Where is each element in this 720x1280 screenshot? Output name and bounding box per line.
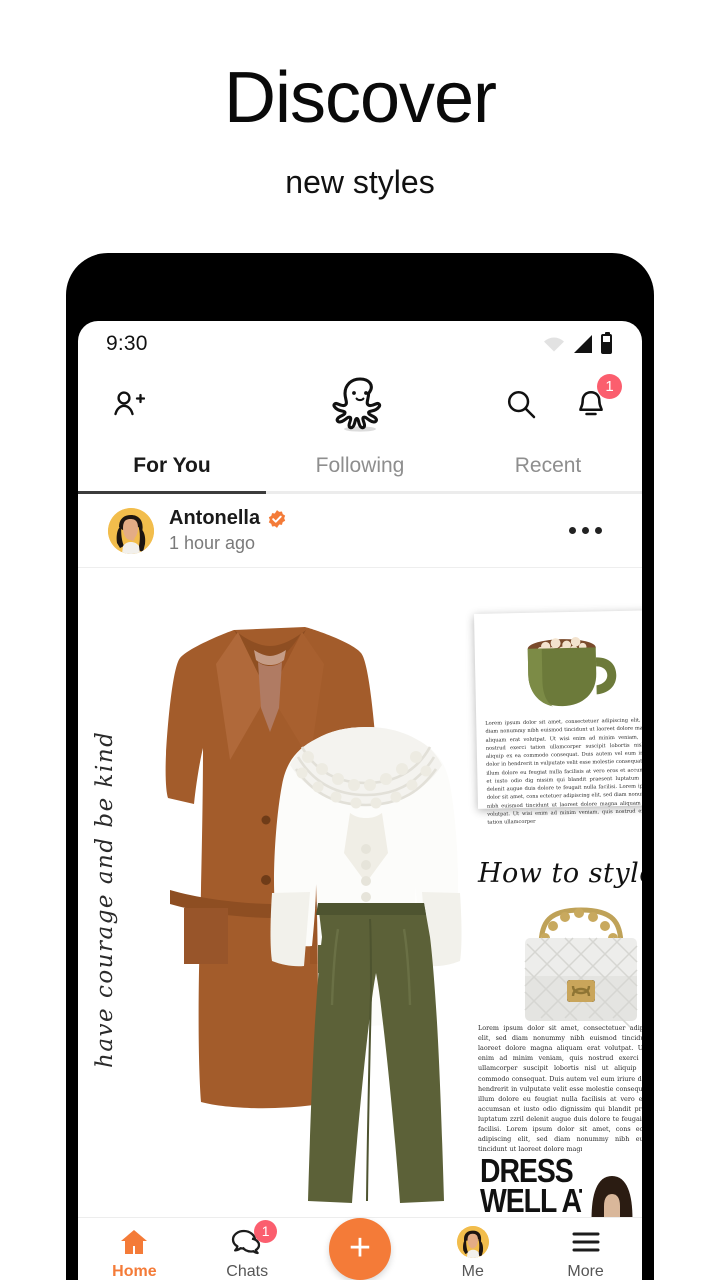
model-head-photo [582,1146,642,1226]
promo-page: Discover new styles 9:30 1 For You Follo… [0,0,720,1280]
add-person-icon [114,391,145,416]
nav-label-me: Me [461,1263,484,1280]
octopus-logo-icon [332,377,382,432]
collage-body-text-block: Lorem ipsum dolor sit amet, consectetuer… [478,1023,642,1153]
post-author-name: Antonella [169,507,261,529]
nav-label-home: Home [112,1263,157,1280]
bottom-navigation: Home 1 Chats + Me More [78,1217,642,1280]
magazine-card-mug: Lorem ipsum dolor sit amet, consectetuer… [473,610,642,826]
page-subtitle: new styles [285,164,435,200]
post-meta: Antonella 1 hour ago [169,507,559,554]
nav-avatar [456,1226,489,1258]
nav-label-more: More [567,1263,604,1280]
white-quilted-chain-bag-illustration [524,907,638,1028]
tab-for-you[interactable]: For You [78,441,266,491]
wifi-icon [543,336,565,352]
phone-screen: 9:30 1 For You Following Recent Antonell… [78,321,642,1280]
hamburger-menu-icon [571,1227,601,1257]
add-person-button[interactable] [108,383,150,425]
collage-body-text: Lorem ipsum dolor sit amet, consectetuer… [478,1024,642,1153]
nav-item-more[interactable]: More [529,1227,642,1280]
feed-tabs: For You Following Recent [78,441,642,491]
verified-badge-icon [268,509,286,528]
green-mug-image [483,620,642,719]
battery-icon [601,332,612,354]
post-collage-image[interactable]: have courage and be kind Lorem ipsum dol… [78,568,642,1226]
app-bar-right: 1 [500,374,622,425]
nav-item-home[interactable]: Home [78,1227,191,1280]
more-dot [582,527,589,534]
nav-item-me[interactable]: Me [416,1226,529,1280]
status-bar: 9:30 [78,321,642,367]
notifications-button[interactable]: 1 [570,374,622,425]
nav-label-chats: Chats [226,1263,269,1280]
collage-script-quote: have courage and be kind [92,730,118,1068]
tab-recent[interactable]: Recent [454,441,642,491]
post-header: Antonella 1 hour ago [78,494,642,568]
home-icon [119,1227,149,1257]
app-bar-left [108,383,150,425]
tab-following[interactable]: Following [266,441,454,491]
page-title: Discover [223,58,497,138]
tab-active-indicator [78,491,267,494]
nav-item-chats[interactable]: 1 Chats [191,1220,304,1280]
profile-avatar-icon [456,1226,489,1258]
status-time: 9:30 [106,332,148,355]
more-dot [569,527,576,534]
nav-item-create[interactable]: + [304,1218,417,1280]
status-icons [543,332,612,354]
avatar[interactable] [108,507,154,554]
card-lorem-text: Lorem ipsum dolor sit amet, consectetuer… [485,717,642,826]
app-bar: 1 [78,367,642,441]
app-logo [325,375,395,433]
search-icon [507,390,536,419]
phone-mockup: 9:30 1 For You Following Recent Antonell… [66,253,654,1280]
post-author-row: Antonella [169,507,559,530]
collage-headline-script: How to style... [478,858,642,889]
search-button[interactable] [500,383,542,425]
more-dot [595,527,602,534]
chats-badge: 1 [254,1220,278,1243]
post-more-options-button[interactable] [559,517,612,544]
create-post-fab[interactable]: + [328,1218,391,1280]
avatar-image [108,507,154,554]
chat-bubbles-icon: 1 [231,1220,278,1257]
post-timestamp: 1 hour ago [169,533,256,553]
olive-wide-leg-pants-illustration [308,903,444,1203]
cell-signal-icon [574,335,592,353]
notifications-badge: 1 [597,374,622,399]
green-mug-hot-cocoa-icon [527,637,616,707]
promo-header: Discover new styles [0,0,720,201]
